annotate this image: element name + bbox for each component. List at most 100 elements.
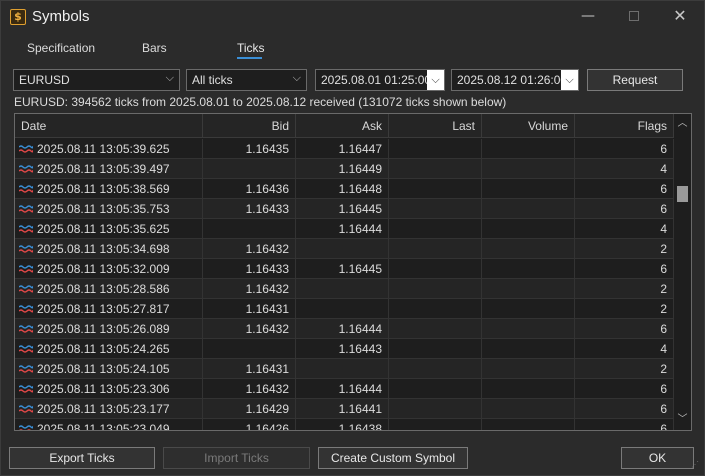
cell-flags: 6 — [575, 419, 674, 430]
cell-bid — [203, 339, 296, 359]
cell-ask — [296, 279, 389, 299]
scroll-down-icon[interactable]: ﹀ — [674, 412, 691, 428]
table-row[interactable]: 2025.08.11 13:05:39.625 1.16435 1.16447 … — [15, 139, 674, 159]
scrollbar-thumb[interactable] — [677, 186, 688, 202]
calendar-dropdown-icon[interactable]: ⌵ — [427, 70, 444, 90]
table-row[interactable]: 2025.08.11 13:05:26.089 1.16432 1.16444 … — [15, 319, 674, 339]
create-custom-symbol-button[interactable]: Create Custom Symbol — [318, 447, 468, 469]
status-text: EURUSD: 394562 ticks from 2025.08.01 to … — [14, 95, 507, 109]
cell-bid: 1.16436 — [203, 179, 296, 199]
table-row[interactable]: 2025.08.11 13:05:38.569 1.16436 1.16448 … — [15, 179, 674, 199]
cell-date: 2025.08.11 13:05:35.753 — [15, 199, 203, 219]
export-ticks-button[interactable]: Export Ticks — [9, 447, 155, 469]
cell-volume — [482, 419, 575, 430]
date-to-picker[interactable]: 2025.08.12 01:26:00 ⌵ — [451, 69, 579, 91]
cell-volume — [482, 259, 575, 279]
column-header-flags[interactable]: Flags — [575, 114, 674, 138]
column-header-ask[interactable]: Ask — [296, 114, 389, 138]
cell-flags: 6 — [575, 319, 674, 339]
table-row[interactable]: 2025.08.11 13:05:27.817 1.16431 2 — [15, 299, 674, 319]
tab-ticks[interactable]: Ticks — [237, 41, 265, 55]
cell-date: 2025.08.11 13:05:23.177 — [15, 399, 203, 419]
cell-volume — [482, 139, 575, 159]
cell-date: 2025.08.11 13:05:24.265 — [15, 339, 203, 359]
calendar-dropdown-icon[interactable]: ⌵ — [561, 70, 578, 90]
chevron-down-icon: ⌵ — [165, 71, 174, 84]
table-row[interactable]: 2025.08.11 13:05:35.753 1.16433 1.16445 … — [15, 199, 674, 219]
cell-bid: 1.16432 — [203, 239, 296, 259]
table-row[interactable]: 2025.08.11 13:05:23.306 1.16432 1.16444 … — [15, 379, 674, 399]
tab-specification[interactable]: Specification — [27, 41, 95, 55]
import-ticks-button[interactable]: Import Ticks — [163, 447, 310, 469]
cell-last — [389, 219, 482, 239]
cell-date: 2025.08.11 13:05:39.625 — [15, 139, 203, 159]
cell-bid: 1.16431 — [203, 359, 296, 379]
table-row[interactable]: 2025.08.11 13:05:32.009 1.16433 1.16445 … — [15, 259, 674, 279]
cell-volume — [482, 179, 575, 199]
cell-volume — [482, 339, 575, 359]
cell-bid: 1.16433 — [203, 259, 296, 279]
cell-last — [389, 239, 482, 259]
cell-volume — [482, 159, 575, 179]
close-button[interactable]: ✕ — [657, 1, 703, 31]
cell-volume — [482, 299, 575, 319]
cell-date: 2025.08.11 13:05:23.306 — [15, 379, 203, 399]
tab-bars[interactable]: Bars — [142, 41, 167, 55]
ticks-table: Date Bid Ask Last Volume Flags 2025.08.1… — [14, 113, 692, 431]
scroll-up-icon[interactable]: ︿ — [674, 116, 691, 132]
cell-last — [389, 159, 482, 179]
table-body: 2025.08.11 13:05:39.625 1.16435 1.16447 … — [15, 139, 674, 430]
cell-flags: 6 — [575, 179, 674, 199]
cell-volume — [482, 319, 575, 339]
cell-last — [389, 299, 482, 319]
cell-ask: 1.16444 — [296, 219, 389, 239]
window-title: Symbols — [32, 8, 90, 25]
date-from-picker[interactable]: 2025.08.01 01:25:00 ⌵ — [315, 69, 445, 91]
cell-date: 2025.08.11 13:05:34.698 — [15, 239, 203, 259]
column-header-bid[interactable]: Bid — [203, 114, 296, 138]
cell-date: 2025.08.11 13:05:26.089 — [15, 319, 203, 339]
cell-last — [389, 319, 482, 339]
cell-date: 2025.08.11 13:05:23.049 — [15, 419, 203, 430]
cell-bid: 1.16431 — [203, 299, 296, 319]
table-row[interactable]: 2025.08.11 13:05:35.625 1.16444 4 — [15, 219, 674, 239]
cell-date: 2025.08.11 13:05:38.569 — [15, 179, 203, 199]
table-row[interactable]: 2025.08.11 13:05:24.105 1.16431 2 — [15, 359, 674, 379]
cell-volume — [482, 399, 575, 419]
column-header-volume[interactable]: Volume — [482, 114, 575, 138]
resize-grip-icon[interactable]: ⋰ — [691, 461, 701, 472]
cell-volume — [482, 239, 575, 259]
cell-bid — [203, 159, 296, 179]
column-header-date[interactable]: Date — [15, 114, 203, 138]
cell-volume — [482, 279, 575, 299]
table-row[interactable]: 2025.08.11 13:05:23.177 1.16429 1.16441 … — [15, 399, 674, 419]
tick-mode-value: All ticks — [192, 73, 233, 87]
cell-ask: 1.16444 — [296, 379, 389, 399]
vertical-scrollbar[interactable]: ︿ ﹀ — [674, 114, 691, 430]
cell-bid — [203, 219, 296, 239]
table-row[interactable]: 2025.08.11 13:05:24.265 1.16443 4 — [15, 339, 674, 359]
tick-mode-select[interactable]: All ticks ⌵ — [186, 69, 307, 91]
column-header-last[interactable]: Last — [389, 114, 482, 138]
cell-flags: 2 — [575, 279, 674, 299]
table-row[interactable]: 2025.08.11 13:05:23.049 1.16426 1.16438 … — [15, 419, 674, 430]
table-row[interactable]: 2025.08.11 13:05:28.586 1.16432 2 — [15, 279, 674, 299]
cell-flags: 2 — [575, 299, 674, 319]
cell-date: 2025.08.11 13:05:28.586 — [15, 279, 203, 299]
date-to-value: 2025.08.12 01:26:00 — [457, 73, 568, 87]
cell-ask: 1.16443 — [296, 339, 389, 359]
cell-last — [389, 279, 482, 299]
table-row[interactable]: 2025.08.11 13:05:34.698 1.16432 2 — [15, 239, 674, 259]
request-button[interactable]: Request — [587, 69, 683, 91]
maximize-icon — [629, 11, 639, 21]
cell-last — [389, 179, 482, 199]
cell-last — [389, 419, 482, 430]
maximize-button[interactable] — [611, 1, 657, 31]
table-row[interactable]: 2025.08.11 13:05:39.497 1.16449 4 — [15, 159, 674, 179]
cell-ask: 1.16438 — [296, 419, 389, 430]
minimize-button[interactable]: — — [565, 1, 611, 31]
cell-ask: 1.16441 — [296, 399, 389, 419]
symbol-select[interactable]: EURUSD ⌵ — [13, 69, 180, 91]
ok-button[interactable]: OK — [621, 447, 694, 469]
cell-last — [389, 139, 482, 159]
